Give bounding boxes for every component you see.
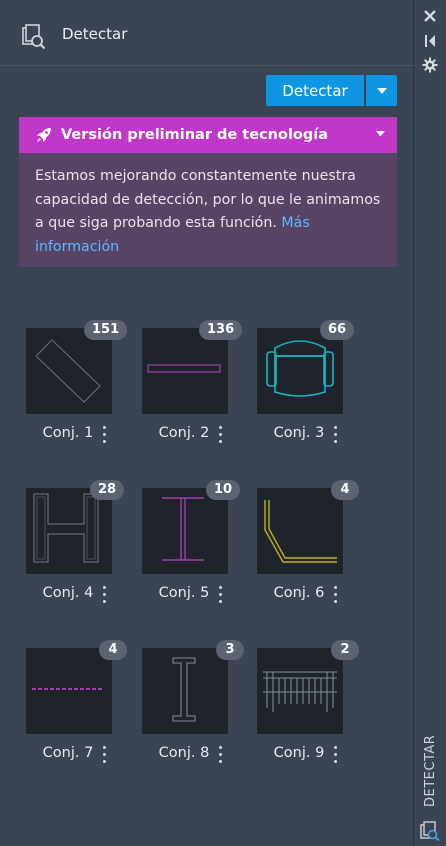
count-badge: 10	[206, 480, 241, 500]
tech-preview-body: Estamos mejorando constantemente nuestra…	[19, 153, 397, 259]
l-corner-icon	[264, 500, 337, 563]
more-options-icon[interactable]	[98, 424, 112, 446]
detect-dropdown-button[interactable]	[366, 75, 397, 106]
detect-panel: Detectar Detectar Versión preliminar de …	[0, 0, 414, 846]
railing-icon	[263, 671, 337, 712]
detect-panel-icon	[22, 24, 46, 50]
set-thumbnail[interactable]	[257, 648, 343, 734]
set-thumbnail[interactable]	[142, 648, 228, 734]
set-thumbnail[interactable]	[142, 328, 228, 414]
set-thumbnail[interactable]	[257, 488, 343, 574]
more-options-icon[interactable]	[329, 424, 343, 446]
set-tile: 28 Conj. 4	[26, 480, 146, 608]
count-badge: 4	[331, 480, 359, 500]
count-badge: 3	[216, 640, 244, 660]
close-icon[interactable]	[422, 8, 438, 24]
detect-panel-icon[interactable]	[420, 821, 440, 841]
more-options-icon[interactable]	[214, 744, 228, 766]
count-badge: 28	[90, 480, 125, 500]
set-tile: 10 Conj. 5	[142, 480, 262, 608]
settings-icon[interactable]	[422, 57, 438, 73]
count-badge: 4	[99, 640, 127, 660]
panel-title: Detectar	[62, 25, 128, 43]
detect-button-group: Detectar	[266, 75, 397, 106]
side-strip	[414, 0, 446, 846]
detect-button[interactable]: Detectar	[266, 75, 364, 106]
set-thumbnail[interactable]	[257, 328, 343, 414]
more-options-icon[interactable]	[214, 424, 228, 446]
set-tile: 136 Conj. 2	[142, 320, 262, 448]
tech-preview-title: Versión preliminar de tecnología	[61, 127, 329, 143]
h-beam-icon	[33, 493, 99, 563]
set-tile: 4 Conj. 6	[257, 480, 377, 608]
chair-icon	[266, 340, 334, 397]
horizontal-bar-icon	[147, 364, 221, 373]
rocket-icon	[37, 128, 51, 142]
set-thumbnail[interactable]	[26, 488, 112, 574]
set-tile: 4 Conj. 7	[26, 640, 146, 768]
more-options-icon[interactable]	[214, 584, 228, 606]
set-thumbnail[interactable]	[142, 488, 228, 574]
chevron-down-icon	[376, 87, 387, 94]
tech-preview-header[interactable]: Versión preliminar de tecnología	[19, 117, 397, 153]
set-thumbnail[interactable]	[26, 328, 112, 414]
count-badge: 66	[320, 320, 355, 340]
more-options-icon[interactable]	[98, 584, 112, 606]
i-column-icon	[172, 657, 196, 722]
detect-side-tab[interactable]: DETECTAR	[421, 735, 441, 810]
more-options-icon[interactable]	[329, 584, 343, 606]
dashed-line-icon	[32, 688, 104, 690]
more-options-icon[interactable]	[98, 744, 112, 766]
i-beam-icon	[162, 497, 204, 561]
collapse-icon[interactable]	[422, 33, 438, 49]
more-options-icon[interactable]	[329, 744, 343, 766]
count-badge: 136	[199, 320, 243, 340]
set-tile: 66 Conj. 3	[257, 320, 377, 448]
set-tile: 2 Conj. 9	[257, 640, 377, 768]
detect-side-tab-label: DETECTAR	[423, 734, 438, 807]
count-badge: 2	[331, 640, 359, 660]
count-badge: 151	[84, 320, 128, 340]
set-tile: 151 Conj. 1	[26, 320, 146, 448]
rotated-rectangle-icon	[35, 339, 101, 403]
panel-header: Detectar	[0, 0, 414, 66]
set-thumbnail[interactable]	[26, 648, 112, 734]
tech-preview-text: Estamos mejorando constantemente nuestra…	[35, 168, 381, 231]
set-tile: 3 Conj. 8	[142, 640, 262, 768]
tech-preview-banner: Versión preliminar de tecnología Estamos…	[19, 117, 397, 267]
chevron-down-icon	[376, 131, 385, 137]
